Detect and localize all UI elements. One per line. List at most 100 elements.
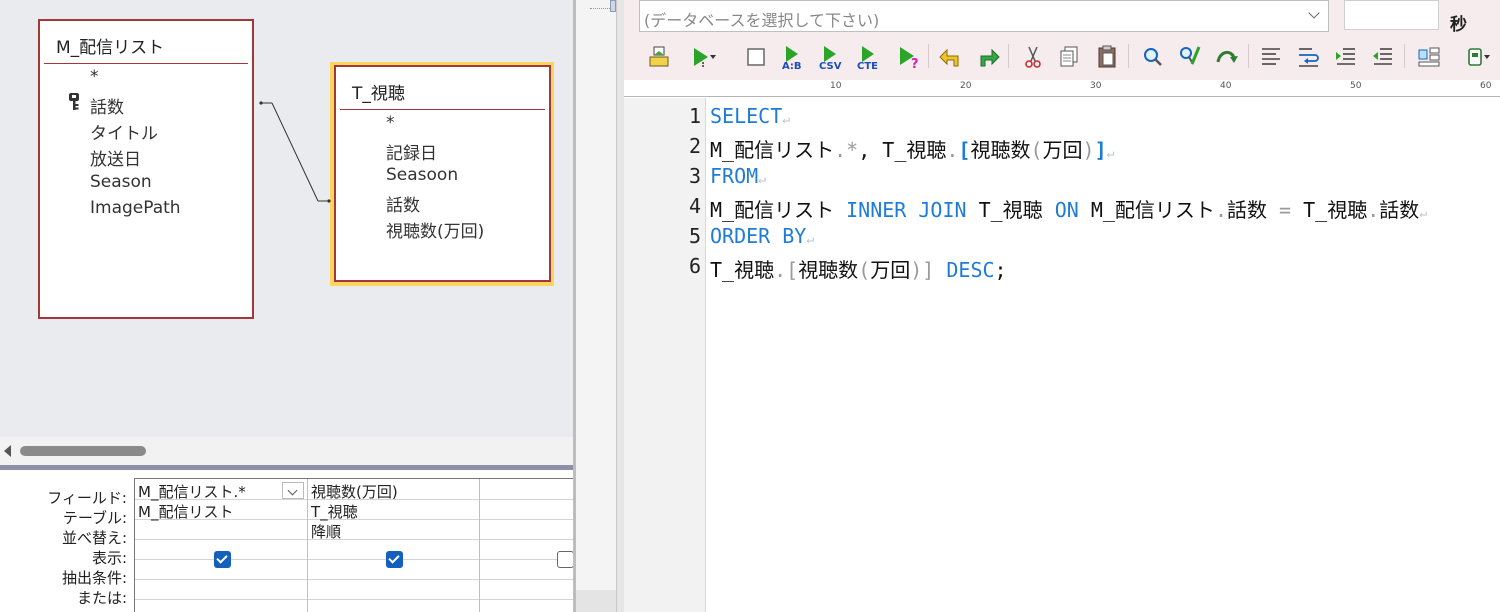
ruler-mark: 50 [1350,81,1362,91]
redo-icon[interactable] [975,44,1001,70]
grid-table-cell[interactable]: M_配信リスト [138,501,233,522]
screen: M_配信リスト * 話数 タイトル 放送日 Season ImagePath T… [0,0,1500,612]
export-csv-icon[interactable]: CSV [818,44,844,70]
undo-icon[interactable] [938,44,964,70]
grid-row-line [135,559,573,560]
field-dropdown-button[interactable] [282,482,304,499]
grid-table-cell[interactable]: T_視聴 [311,501,358,522]
newline-mark: ↵ [1106,146,1115,161]
grid-field-cell[interactable]: 視聴数(万回) [311,481,398,502]
svg-text:CSV: CSV [819,61,842,70]
code-token: M_配信リスト [710,138,835,162]
copy-icon[interactable] [1057,44,1083,70]
open-db-icon[interactable] [646,44,672,70]
show-checkbox[interactable] [386,551,403,568]
grid-column-line [479,479,480,612]
query-grid: フィールド: テーブル: 並べ替え: 表示: 抽出条件: または: M_配信リス… [0,470,574,612]
scrollbar-thumb[interactable] [20,446,146,456]
scroll-left-icon[interactable] [4,445,11,457]
bracket-highlight: ] [1094,138,1107,162]
horizontal-scrollbar[interactable] [0,437,573,465]
svg-text:CTE: CTE [857,61,878,70]
ruler-mark: 20 [960,81,972,91]
align-icon[interactable] [1258,44,1284,70]
row-label-table: テーブル: [62,509,127,527]
export-ab-icon[interactable]: A:B [780,44,806,70]
toolbar-separator [928,44,929,68]
search-icon[interactable] [1140,44,1166,70]
row-label-sort: 並べ替え: [61,529,127,547]
grid-row-line [135,579,573,580]
outdent-icon[interactable] [1370,44,1396,70]
line-number: 4 [688,194,701,218]
toolbar-separator [1008,44,1009,68]
run-help-icon[interactable]: ? [896,44,922,70]
column-ruler: 10 20 30 40 50 60 [624,80,1500,97]
chevron-down-icon [1308,7,1320,19]
replace-icon[interactable] [1177,44,1203,70]
code-token: M_配信リスト [1078,198,1215,222]
seconds-label: 秒 [1450,15,1467,35]
jump-icon[interactable] [1214,44,1240,70]
query-designer: M_配信リスト * 話数 タイトル 放送日 Season ImagePath T… [0,0,574,612]
code-line-3: FROM↵ [710,164,766,188]
wrap-icon[interactable] [1296,44,1322,70]
code-token: . [946,138,959,162]
code-token: 視聴数 [798,258,859,282]
code-token: T_視聴 [710,258,775,282]
join-line[interactable] [0,0,573,437]
code-token: )] [910,258,935,282]
show-checkbox[interactable] [214,551,231,568]
grid-row-line [135,599,573,600]
sql-keyword: SELECT [710,104,783,128]
ruler-mark: 30 [1090,81,1102,91]
sql-editor-window: (データベースを選択して下さい) 秒 A:B CSV CTE ? 10 20 3… [624,0,1500,612]
sql-keyword: INNER JOIN [846,198,967,222]
grid-column-line [307,479,308,612]
code-token: ) [1082,138,1095,162]
dotted-guide [590,8,610,9]
seconds-input[interactable] [1344,0,1439,30]
code-token: M_配信リスト [710,198,847,222]
code-token: , [858,138,883,162]
paste-icon[interactable] [1095,44,1121,70]
code-token: 話数 [1226,198,1280,222]
layout-icon[interactable] [1416,44,1442,70]
line-number: 2 [688,134,701,158]
code-token: ; [994,258,1007,282]
plugin-icon[interactable] [1464,44,1490,70]
toolbar-separator [1404,44,1405,68]
sql-code-area[interactable]: SELECT↵ M_配信リスト.*, T_視聴.[視聴数(万回)]↵ FROM↵… [710,98,1500,612]
newline-mark: ↵ [758,172,766,187]
code-token: 万回 [870,258,911,282]
ruler-mark: 40 [1220,81,1232,91]
code-line-4: M_配信リスト INNER JOIN T_視聴 ON M_配信リスト.話数 = … [710,194,1427,223]
code-token: . [1367,198,1380,222]
show-checkbox-empty[interactable] [557,551,574,568]
run-icon[interactable] [690,44,716,70]
svg-text:A:B: A:B [782,61,802,70]
indent-icon[interactable] [1333,44,1359,70]
table-diagram-area: M_配信リスト * 話数 タイトル 放送日 Season ImagePath T… [0,0,573,437]
code-token: .* [834,138,859,162]
line-number: 1 [688,104,701,128]
code-token: T_視聴 [882,138,947,162]
code-token: .[ [774,258,799,282]
code-token: 話数 [1379,198,1420,222]
database-select[interactable]: (データベースを選択して下さい) [639,0,1329,32]
export-cte-icon[interactable]: CTE [856,44,882,70]
row-label-show: 表示: [91,549,127,567]
code-token: = [1279,198,1292,222]
row-label-criteria: 抽出条件: [61,569,127,587]
newline-mark: ↵ [782,112,791,127]
cut-icon[interactable] [1020,44,1046,70]
sql-keyword: DESC [934,258,995,282]
code-token: ( [1030,138,1043,162]
grid-sort-cell[interactable]: 降順 [311,521,341,542]
toolbar-separator [1248,44,1249,68]
code-line-5: ORDER BY↵ [710,224,814,248]
line-number: 3 [688,164,701,188]
grid-field-cell[interactable]: M_配信リスト.* [138,481,246,502]
code-line-1: SELECT↵ [710,104,790,128]
stop-icon[interactable] [742,44,768,70]
